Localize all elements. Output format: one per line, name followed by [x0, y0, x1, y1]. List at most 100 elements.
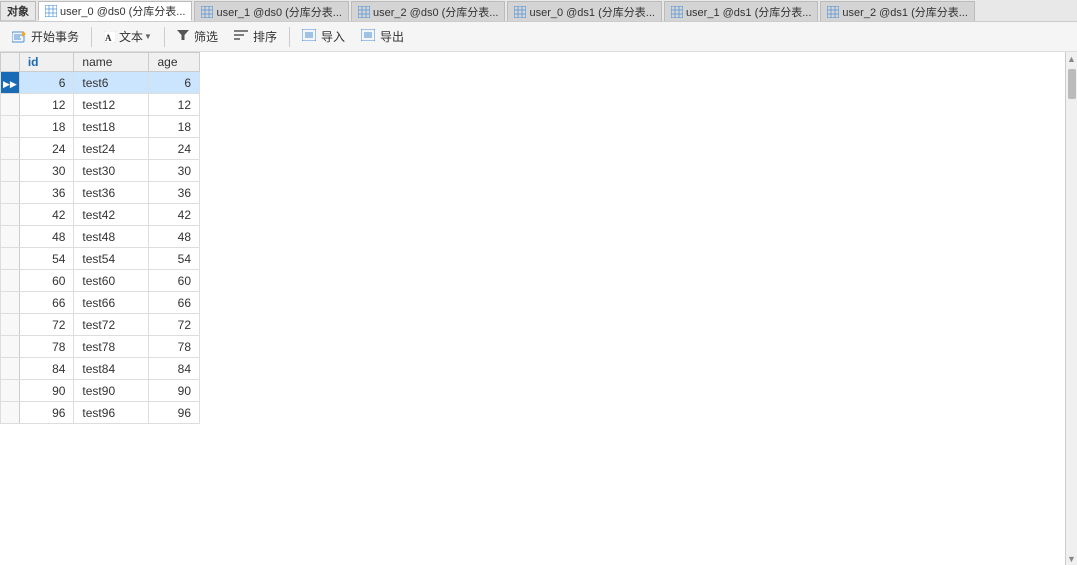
tab-label: user_0 @ds1 (分库分表...	[529, 4, 654, 20]
cell-age: 54	[149, 248, 200, 270]
row-indicator	[1, 380, 20, 402]
cell-name: test12	[74, 94, 149, 116]
cell-id: 48	[19, 226, 74, 248]
vertical-scrollbar[interactable]: ▲ ▼	[1065, 52, 1077, 565]
table-row[interactable]: 18test1818	[1, 116, 200, 138]
tab-tab5[interactable]: user_2 @ds1 (分库分表...	[820, 1, 974, 21]
tab-tab2[interactable]: user_2 @ds0 (分库分表...	[351, 1, 505, 21]
row-indicator	[1, 138, 20, 160]
table-row[interactable]: 96test9696	[1, 402, 200, 424]
table-row[interactable]: 90test9090	[1, 380, 200, 402]
text-label: 文本	[119, 28, 143, 45]
cell-name: test90	[74, 380, 149, 402]
row-indicator	[1, 402, 20, 424]
table-row[interactable]: 66test6666	[1, 292, 200, 314]
filter-label: 筛选	[194, 28, 218, 45]
table-row[interactable]: 48test4848	[1, 226, 200, 248]
cell-id: 12	[19, 94, 74, 116]
table-icon	[358, 6, 370, 18]
scroll-track	[1068, 67, 1076, 551]
tab-tab1[interactable]: user_1 @ds0 (分库分表...	[194, 1, 348, 21]
export-button[interactable]: 导出	[354, 25, 411, 49]
cell-age: 24	[149, 138, 200, 160]
object-panel-tab: 对象	[0, 1, 36, 21]
table-row[interactable]: 42test4242	[1, 204, 200, 226]
cell-age: 96	[149, 402, 200, 424]
col-header-name[interactable]: name	[74, 53, 149, 72]
tab-label: user_2 @ds1 (分库分表...	[842, 4, 967, 20]
begin-transaction-button[interactable]: 开始事务	[5, 25, 86, 49]
col-header-id[interactable]: id	[19, 53, 74, 72]
main-area: id name age ▶6test6612test121218test1818…	[0, 52, 1077, 565]
cell-age: 36	[149, 182, 200, 204]
import-icon	[302, 29, 318, 44]
tab-tab3[interactable]: user_0 @ds1 (分库分表...	[507, 1, 661, 21]
table-area[interactable]: id name age ▶6test6612test121218test1818…	[0, 52, 1065, 565]
app-window: 对象 user_0 @ds0 (分库分表... user_1 @ds0 (分库分…	[0, 0, 1077, 565]
tab-tab4[interactable]: user_1 @ds1 (分库分表...	[664, 1, 818, 21]
col-header-age[interactable]: age	[149, 53, 200, 72]
cell-id: 6	[19, 72, 74, 94]
cell-name: test84	[74, 358, 149, 380]
cell-name: test72	[74, 314, 149, 336]
tab-tab0[interactable]: user_0 @ds0 (分库分表...	[38, 1, 192, 21]
cell-name: test24	[74, 138, 149, 160]
scroll-down-button[interactable]: ▼	[1067, 553, 1076, 565]
row-indicator	[1, 336, 20, 358]
cell-id: 72	[19, 314, 74, 336]
cell-id: 84	[19, 358, 74, 380]
cell-age: 78	[149, 336, 200, 358]
cell-age: 66	[149, 292, 200, 314]
table-row[interactable]: 30test3030	[1, 160, 200, 182]
cell-name: test36	[74, 182, 149, 204]
tab-bar: 对象 user_0 @ds0 (分库分表... user_1 @ds0 (分库分…	[0, 0, 1077, 22]
tab-label: user_0 @ds0 (分库分表...	[60, 3, 185, 19]
cell-name: test42	[74, 204, 149, 226]
cell-id: 96	[19, 402, 74, 424]
main-toolbar: 开始事务 A 文本 ▼	[0, 22, 1077, 52]
cell-name: test60	[74, 270, 149, 292]
sort-button[interactable]: 排序	[227, 25, 284, 49]
cell-id: 18	[19, 116, 74, 138]
cell-name: test6	[74, 72, 149, 94]
begin-transaction-label: 开始事务	[31, 28, 79, 45]
sort-icon	[234, 29, 250, 44]
row-indicator	[1, 270, 20, 292]
table-icon	[201, 6, 213, 18]
cell-id: 90	[19, 380, 74, 402]
scroll-up-button[interactable]: ▲	[1067, 53, 1076, 65]
tab-label: user_2 @ds0 (分库分表...	[373, 4, 498, 20]
table-row[interactable]: 12test1212	[1, 94, 200, 116]
text-icon: A	[104, 31, 118, 43]
divider-2	[164, 27, 165, 47]
data-table: id name age ▶6test6612test121218test1818…	[0, 52, 200, 424]
scroll-thumb[interactable]	[1068, 69, 1076, 99]
cell-id: 30	[19, 160, 74, 182]
begin-transaction-icon	[12, 31, 28, 43]
import-button[interactable]: 导入	[295, 25, 352, 49]
cell-age: 90	[149, 380, 200, 402]
row-indicator	[1, 204, 20, 226]
tab-label: user_1 @ds0 (分库分表...	[216, 4, 341, 20]
table-row[interactable]: 78test7878	[1, 336, 200, 358]
row-indicator	[1, 160, 20, 182]
filter-button[interactable]: 筛选	[170, 25, 225, 49]
cell-age: 48	[149, 226, 200, 248]
divider-3	[289, 27, 290, 47]
cell-id: 66	[19, 292, 74, 314]
export-label: 导出	[380, 28, 404, 45]
table-row[interactable]: 24test2424	[1, 138, 200, 160]
table-row[interactable]: 36test3636	[1, 182, 200, 204]
divider-1	[91, 27, 92, 47]
cell-age: 72	[149, 314, 200, 336]
table-row[interactable]: 60test6060	[1, 270, 200, 292]
table-row[interactable]: 84test8484	[1, 358, 200, 380]
table-row[interactable]: ▶6test66	[1, 72, 200, 94]
table-row[interactable]: 72test7272	[1, 314, 200, 336]
row-indicator	[1, 226, 20, 248]
cell-age: 60	[149, 270, 200, 292]
table-row[interactable]: 54test5454	[1, 248, 200, 270]
text-button[interactable]: A 文本 ▼	[97, 25, 159, 49]
row-indicator	[1, 94, 20, 116]
svg-text:A: A	[105, 33, 112, 43]
